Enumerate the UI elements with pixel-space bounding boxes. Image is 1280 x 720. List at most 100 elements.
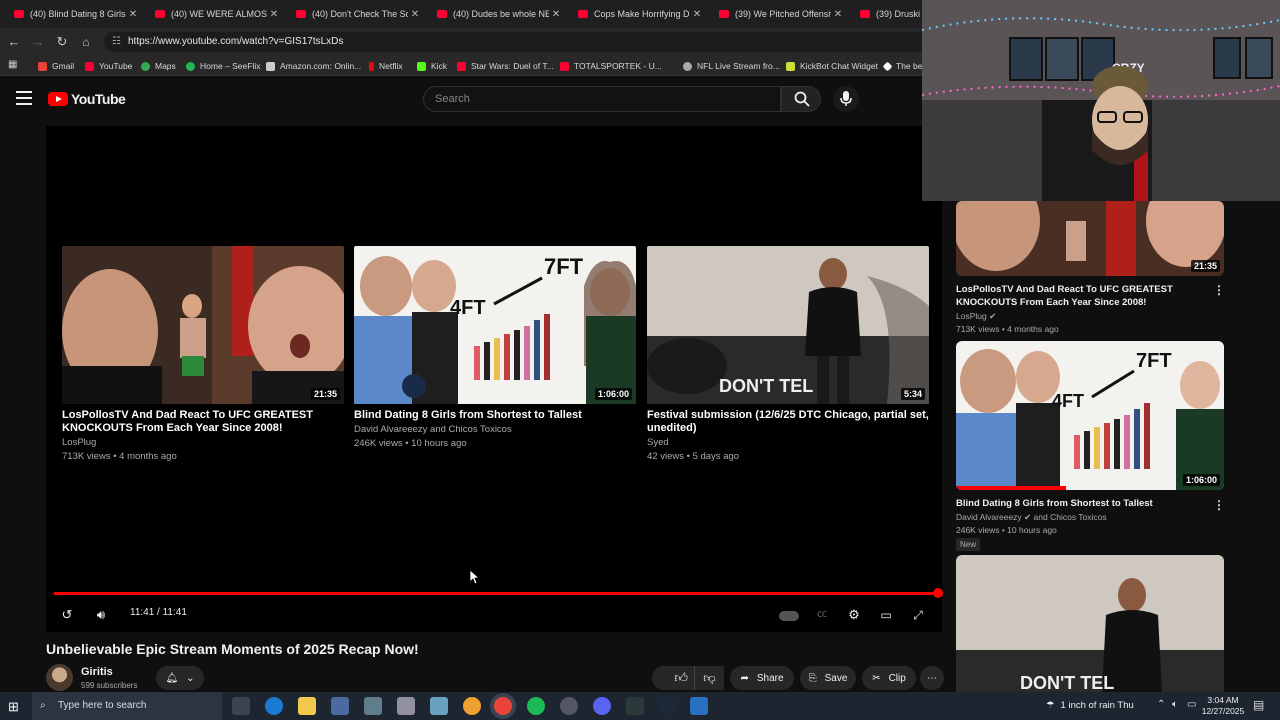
sidebar-thumbnail-1[interactable]: 21:35 bbox=[956, 201, 1224, 276]
endscreen-title[interactable]: Blind Dating 8 Girls from Shortest to Ta… bbox=[354, 409, 636, 422]
chevron-down-icon: ⌄ bbox=[186, 672, 195, 684]
search-input[interactable]: Search bbox=[423, 86, 781, 112]
tab-1[interactable]: (40) Blind Dating 8 Girls fr ✕ bbox=[0, 4, 140, 24]
tab-title: (40) WE WERE ALMOST IN bbox=[171, 9, 267, 19]
bookmark-totalsportek[interactable]: TOTALSPORTEK - U... bbox=[560, 59, 662, 73]
youtube-logo[interactable]: YouTube bbox=[48, 91, 126, 107]
tab-4[interactable]: (40) Dudes be whole NER ✕ bbox=[423, 4, 563, 24]
scrubber-handle[interactable] bbox=[933, 588, 943, 598]
tab-2[interactable]: (40) WE WERE ALMOST IN✕ bbox=[141, 4, 281, 24]
spotify-icon[interactable] bbox=[527, 697, 545, 715]
edge-icon[interactable] bbox=[265, 697, 283, 715]
close-tab-icon[interactable]: ✕ bbox=[126, 9, 140, 20]
speaker-icon[interactable]: 🔈︎ bbox=[1172, 699, 1178, 710]
endscreen-title[interactable]: Festival submission (12/6/25 DTC Chicago… bbox=[647, 409, 929, 435]
app-icon[interactable] bbox=[463, 697, 481, 715]
app-icon[interactable] bbox=[560, 697, 578, 715]
search-button[interactable] bbox=[781, 86, 821, 112]
sidebar-channel[interactable]: LosPlug ✔ bbox=[956, 311, 996, 322]
app-icon[interactable] bbox=[331, 697, 349, 715]
tab-title: (40) Don't Check The Sou bbox=[312, 9, 408, 19]
channel-avatar[interactable] bbox=[46, 664, 73, 691]
task-view-icon[interactable] bbox=[232, 697, 250, 715]
clock[interactable]: 3:04 AM 12/27/2025 bbox=[1198, 695, 1248, 717]
back-icon[interactable]: ← bbox=[4, 32, 24, 52]
bookmark-nfl-stream[interactable]: NFL Live Stream fro... bbox=[683, 59, 780, 73]
endscreen-title[interactable]: LosPollosTV And Dad React To UFC GREATES… bbox=[62, 409, 344, 435]
bookmark-seeflix[interactable]: Home – SeeFlix bbox=[186, 59, 260, 73]
share-button[interactable]: ➦ Share bbox=[730, 666, 794, 690]
seeflix-icon bbox=[186, 61, 195, 71]
app-icon[interactable] bbox=[430, 697, 448, 715]
replay-icon[interactable]: ↺ bbox=[56, 604, 78, 626]
bookmark-youtube[interactable]: YouTube bbox=[85, 59, 132, 73]
progress-bar[interactable] bbox=[54, 588, 943, 598]
app-icon[interactable] bbox=[690, 697, 708, 715]
sidebar-thumbnail-3[interactable]: DON'T TEL bbox=[956, 555, 1224, 692]
more-actions-button[interactable]: ⋯ bbox=[920, 666, 944, 690]
menu-icon[interactable] bbox=[16, 91, 32, 105]
fullscreen-icon[interactable]: ⤢ bbox=[907, 604, 929, 626]
reload-icon[interactable]: ↻ bbox=[52, 32, 72, 52]
forward-icon[interactable]: → bbox=[28, 32, 48, 52]
discord-icon[interactable] bbox=[593, 697, 611, 715]
sidebar-video-title[interactable]: LosPollosTV And Dad React To UFC GREATES… bbox=[956, 283, 1196, 309]
bookmark-kick[interactable]: Kick bbox=[417, 59, 447, 73]
subscribed-button[interactable]: 🔔︎ ⌄ bbox=[156, 666, 204, 690]
tab-7[interactable]: (39) Druski & bbox=[846, 4, 926, 24]
dislike-button[interactable]: 👎︎ bbox=[694, 666, 724, 690]
bookmark-the-be[interactable]: The be bbox=[882, 59, 922, 73]
close-tab-icon[interactable]: ✕ bbox=[267, 9, 281, 20]
close-tab-icon[interactable]: ✕ bbox=[408, 9, 422, 20]
chrome-icon[interactable] bbox=[494, 697, 512, 715]
network-icon[interactable]: ▭ bbox=[1187, 699, 1196, 710]
calculator-icon[interactable] bbox=[364, 697, 382, 715]
bookmark-maps[interactable]: Maps bbox=[141, 59, 176, 73]
bookmark-amazon[interactable]: Amazon.com: Onlin... bbox=[266, 59, 361, 73]
bookmark-star-wars[interactable]: Star Wars: Duel of T... bbox=[457, 59, 554, 73]
endscreen-thumbnail[interactable]: 4FT 7FT 1:06:00 bbox=[354, 246, 636, 404]
file-explorer-icon[interactable] bbox=[298, 697, 316, 715]
endscreen-thumbnail[interactable]: 21:35 bbox=[62, 246, 344, 404]
tab-6[interactable]: (39) We Pitched Offensive ✕ bbox=[705, 4, 845, 24]
sidebar-channel[interactable]: David Alvareeezy ✔ and Chicos Toxicos bbox=[956, 512, 1107, 523]
autoplay-toggle[interactable] bbox=[778, 604, 800, 626]
sidebar-video-title[interactable]: Blind Dating 8 Girls from Shortest to Ta… bbox=[956, 497, 1196, 510]
more-vertical-icon[interactable]: ⋮ bbox=[1213, 283, 1225, 297]
bookmark-kickbot[interactable]: KickBot Chat Widget bbox=[786, 59, 878, 73]
endscreen-video-3[interactable]: DON'T TEL 5:34 Festival submission (12/6… bbox=[647, 246, 929, 463]
theater-mode-icon[interactable]: ▭ bbox=[875, 604, 897, 626]
save-button[interactable]: ⎘ Save bbox=[800, 666, 856, 690]
bookmark-gmail[interactable]: Gmail bbox=[38, 59, 74, 73]
weather-widget[interactable]: ☂ 1 inch of rain Thu bbox=[1046, 692, 1134, 720]
tab-5[interactable]: Cops Make Horrifying Dis ✕ bbox=[564, 4, 704, 24]
chevron-up-icon[interactable]: ⌃ bbox=[1157, 699, 1165, 710]
endscreen-video-1[interactable]: 21:35 LosPollosTV And Dad React To UFC G… bbox=[62, 246, 344, 463]
tab-3[interactable]: (40) Don't Check The Sou ✕ bbox=[282, 4, 422, 24]
windows-start-icon[interactable]: ⊞ bbox=[8, 699, 19, 715]
more-vertical-icon[interactable]: ⋮ bbox=[1213, 498, 1225, 512]
url-field[interactable]: ☷ https://www.youtube.com/watch?v=GIS17ts… bbox=[104, 32, 934, 52]
steam-icon[interactable] bbox=[659, 697, 677, 715]
voice-search-button[interactable] bbox=[833, 86, 859, 112]
clip-button[interactable]: ✂ Clip bbox=[862, 666, 916, 690]
sidebar-thumbnail-2[interactable]: 4FT 7FT 1:06:00 bbox=[956, 341, 1224, 490]
close-tab-icon[interactable]: ✕ bbox=[549, 9, 563, 20]
video-player[interactable]: 21:35 LosPollosTV And Dad React To UFC G… bbox=[46, 126, 943, 632]
endscreen-video-2[interactable]: 4FT 7FT 1:06:00 Blind Dating 8 Girls fro… bbox=[354, 246, 636, 450]
bookmark-netflix[interactable]: Netflix bbox=[369, 59, 403, 73]
notifications-icon[interactable]: ▤ bbox=[1253, 698, 1264, 712]
taskbar-search-input[interactable]: ⌕ Type here to search bbox=[32, 692, 222, 720]
channel-name[interactable]: Giritis bbox=[81, 666, 113, 678]
close-tab-icon[interactable]: ✕ bbox=[690, 9, 704, 20]
home-icon[interactable]: ⌂ bbox=[76, 32, 96, 52]
settings-gear-icon[interactable]: ⚙ bbox=[843, 604, 865, 626]
app-icon[interactable] bbox=[397, 697, 415, 715]
apps-grid-icon[interactable]: ▦ bbox=[8, 59, 17, 70]
captions-icon[interactable]: ㏄ bbox=[811, 604, 833, 626]
volume-icon[interactable]: 🔊︎ bbox=[90, 604, 112, 626]
endscreen-thumbnail[interactable]: DON'T TEL 5:34 bbox=[647, 246, 929, 404]
close-tab-icon[interactable]: ✕ bbox=[831, 9, 845, 20]
site-info-icon[interactable]: ☷ bbox=[112, 32, 121, 52]
terminal-icon[interactable] bbox=[626, 697, 644, 715]
